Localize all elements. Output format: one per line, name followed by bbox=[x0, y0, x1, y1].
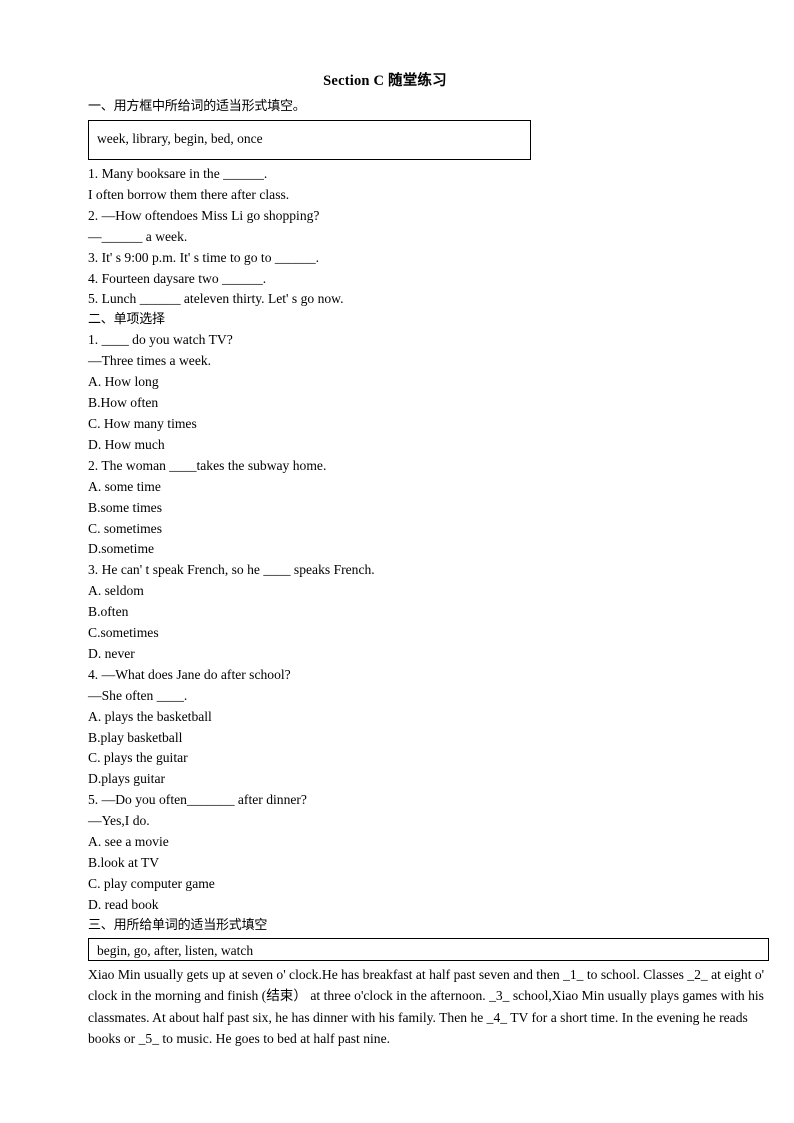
section-two-q3-option-a[interactable]: A. seldom bbox=[88, 581, 772, 602]
section-two-q5-option-c[interactable]: C. play computer game bbox=[88, 874, 772, 895]
section-two-heading: 二、单项选择 bbox=[88, 312, 165, 328]
section-two-question-5-reply: —Yes,I do. bbox=[88, 813, 150, 829]
section-two-q5-option-a[interactable]: A. see a movie bbox=[88, 832, 772, 853]
section-two-question-1: 1. ____ do you watch TV? bbox=[88, 332, 233, 348]
section-one-item-2: 2. —How oftendoes Miss Li go shopping? bbox=[88, 207, 320, 223]
section-two-q2-option-c[interactable]: C. sometimes bbox=[88, 519, 772, 540]
section-three-word-bank: begin, go, after, listen, watch bbox=[88, 937, 769, 961]
section-two-q4-option-a[interactable]: A. plays the basketball bbox=[88, 707, 772, 728]
section-one-item-1-note: I often borrow them there after class. bbox=[88, 186, 290, 202]
section-two-q2-option-d[interactable]: D.sometime bbox=[88, 539, 772, 560]
section-two-question-5: 5. —Do you often_______ after dinner? bbox=[88, 792, 307, 808]
section-three-passage: Xiao Min usually gets up at seven o' clo… bbox=[88, 966, 765, 1047]
section-two-q4-option-c[interactable]: C. plays the guitar bbox=[88, 748, 772, 769]
section-two-q4-option-d[interactable]: D.plays guitar bbox=[88, 769, 772, 790]
section-two-question-3: 3. He can' t speak French, so he ____ sp… bbox=[88, 562, 375, 578]
section-one-item-4: 4. Fourteen daysare two ______. bbox=[88, 270, 267, 286]
page-title: Section C 随堂练习 bbox=[323, 73, 447, 89]
section-two-q4-option-b[interactable]: B.play basketball bbox=[88, 728, 772, 749]
section-two-question-4: 4. —What does Jane do after school? bbox=[88, 666, 291, 682]
section-two-q1-option-b[interactable]: B.How often bbox=[88, 393, 772, 414]
section-two-q3-option-b[interactable]: B.often bbox=[88, 602, 772, 623]
section-three-heading: 三、用所给单词的适当形式填空 bbox=[88, 917, 268, 933]
section-two-question-4-reply: —She often ____. bbox=[88, 687, 188, 703]
section-two-q1-option-d[interactable]: D. How much bbox=[88, 435, 772, 456]
word-bank-text: begin, go, after, listen, watch bbox=[97, 942, 254, 958]
section-two-q5-option-b[interactable]: B.look at TV bbox=[88, 853, 772, 874]
section-two-q1-option-a[interactable]: A. How long bbox=[88, 372, 772, 393]
section-one-item-3: 3. It' s 9:00 p.m. It' s time to go to _… bbox=[88, 249, 320, 265]
section-two-question-1-reply: —Three times a week. bbox=[88, 353, 212, 369]
section-two-q2-option-b[interactable]: B.some times bbox=[88, 498, 772, 519]
word-bank-text: week, library, begin, bed, once bbox=[97, 131, 263, 146]
section-two-q5-option-d[interactable]: D. read book bbox=[88, 895, 772, 916]
section-one-item-1: 1. Many booksare in the ______. bbox=[88, 166, 268, 181]
section-two-q3-option-c[interactable]: C.sometimes bbox=[88, 623, 772, 644]
section-one-item-5: 5. Lunch ______ ateleven thirty. Let' s … bbox=[88, 291, 344, 307]
document-content: Section C 随堂练习 一、用方框中所给词的适当形式填空。 week, l… bbox=[88, 72, 772, 1050]
section-two-q2-option-a[interactable]: A. some time bbox=[88, 477, 772, 498]
section-one-word-bank: week, library, begin, bed, once bbox=[88, 120, 531, 160]
document-page: Section C 随堂练习 一、用方框中所给词的适当形式填空。 week, l… bbox=[0, 0, 794, 1123]
section-one-item-2-answer: —______ a week. bbox=[88, 228, 188, 244]
section-two-q3-option-d[interactable]: D. never bbox=[88, 644, 772, 665]
section-two-question-2: 2. The woman ____takes the subway home. bbox=[88, 457, 327, 473]
section-one-heading: 一、用方框中所给词的适当形式填空。 bbox=[88, 99, 306, 114]
section-two-q1-option-c[interactable]: C. How many times bbox=[88, 414, 772, 435]
